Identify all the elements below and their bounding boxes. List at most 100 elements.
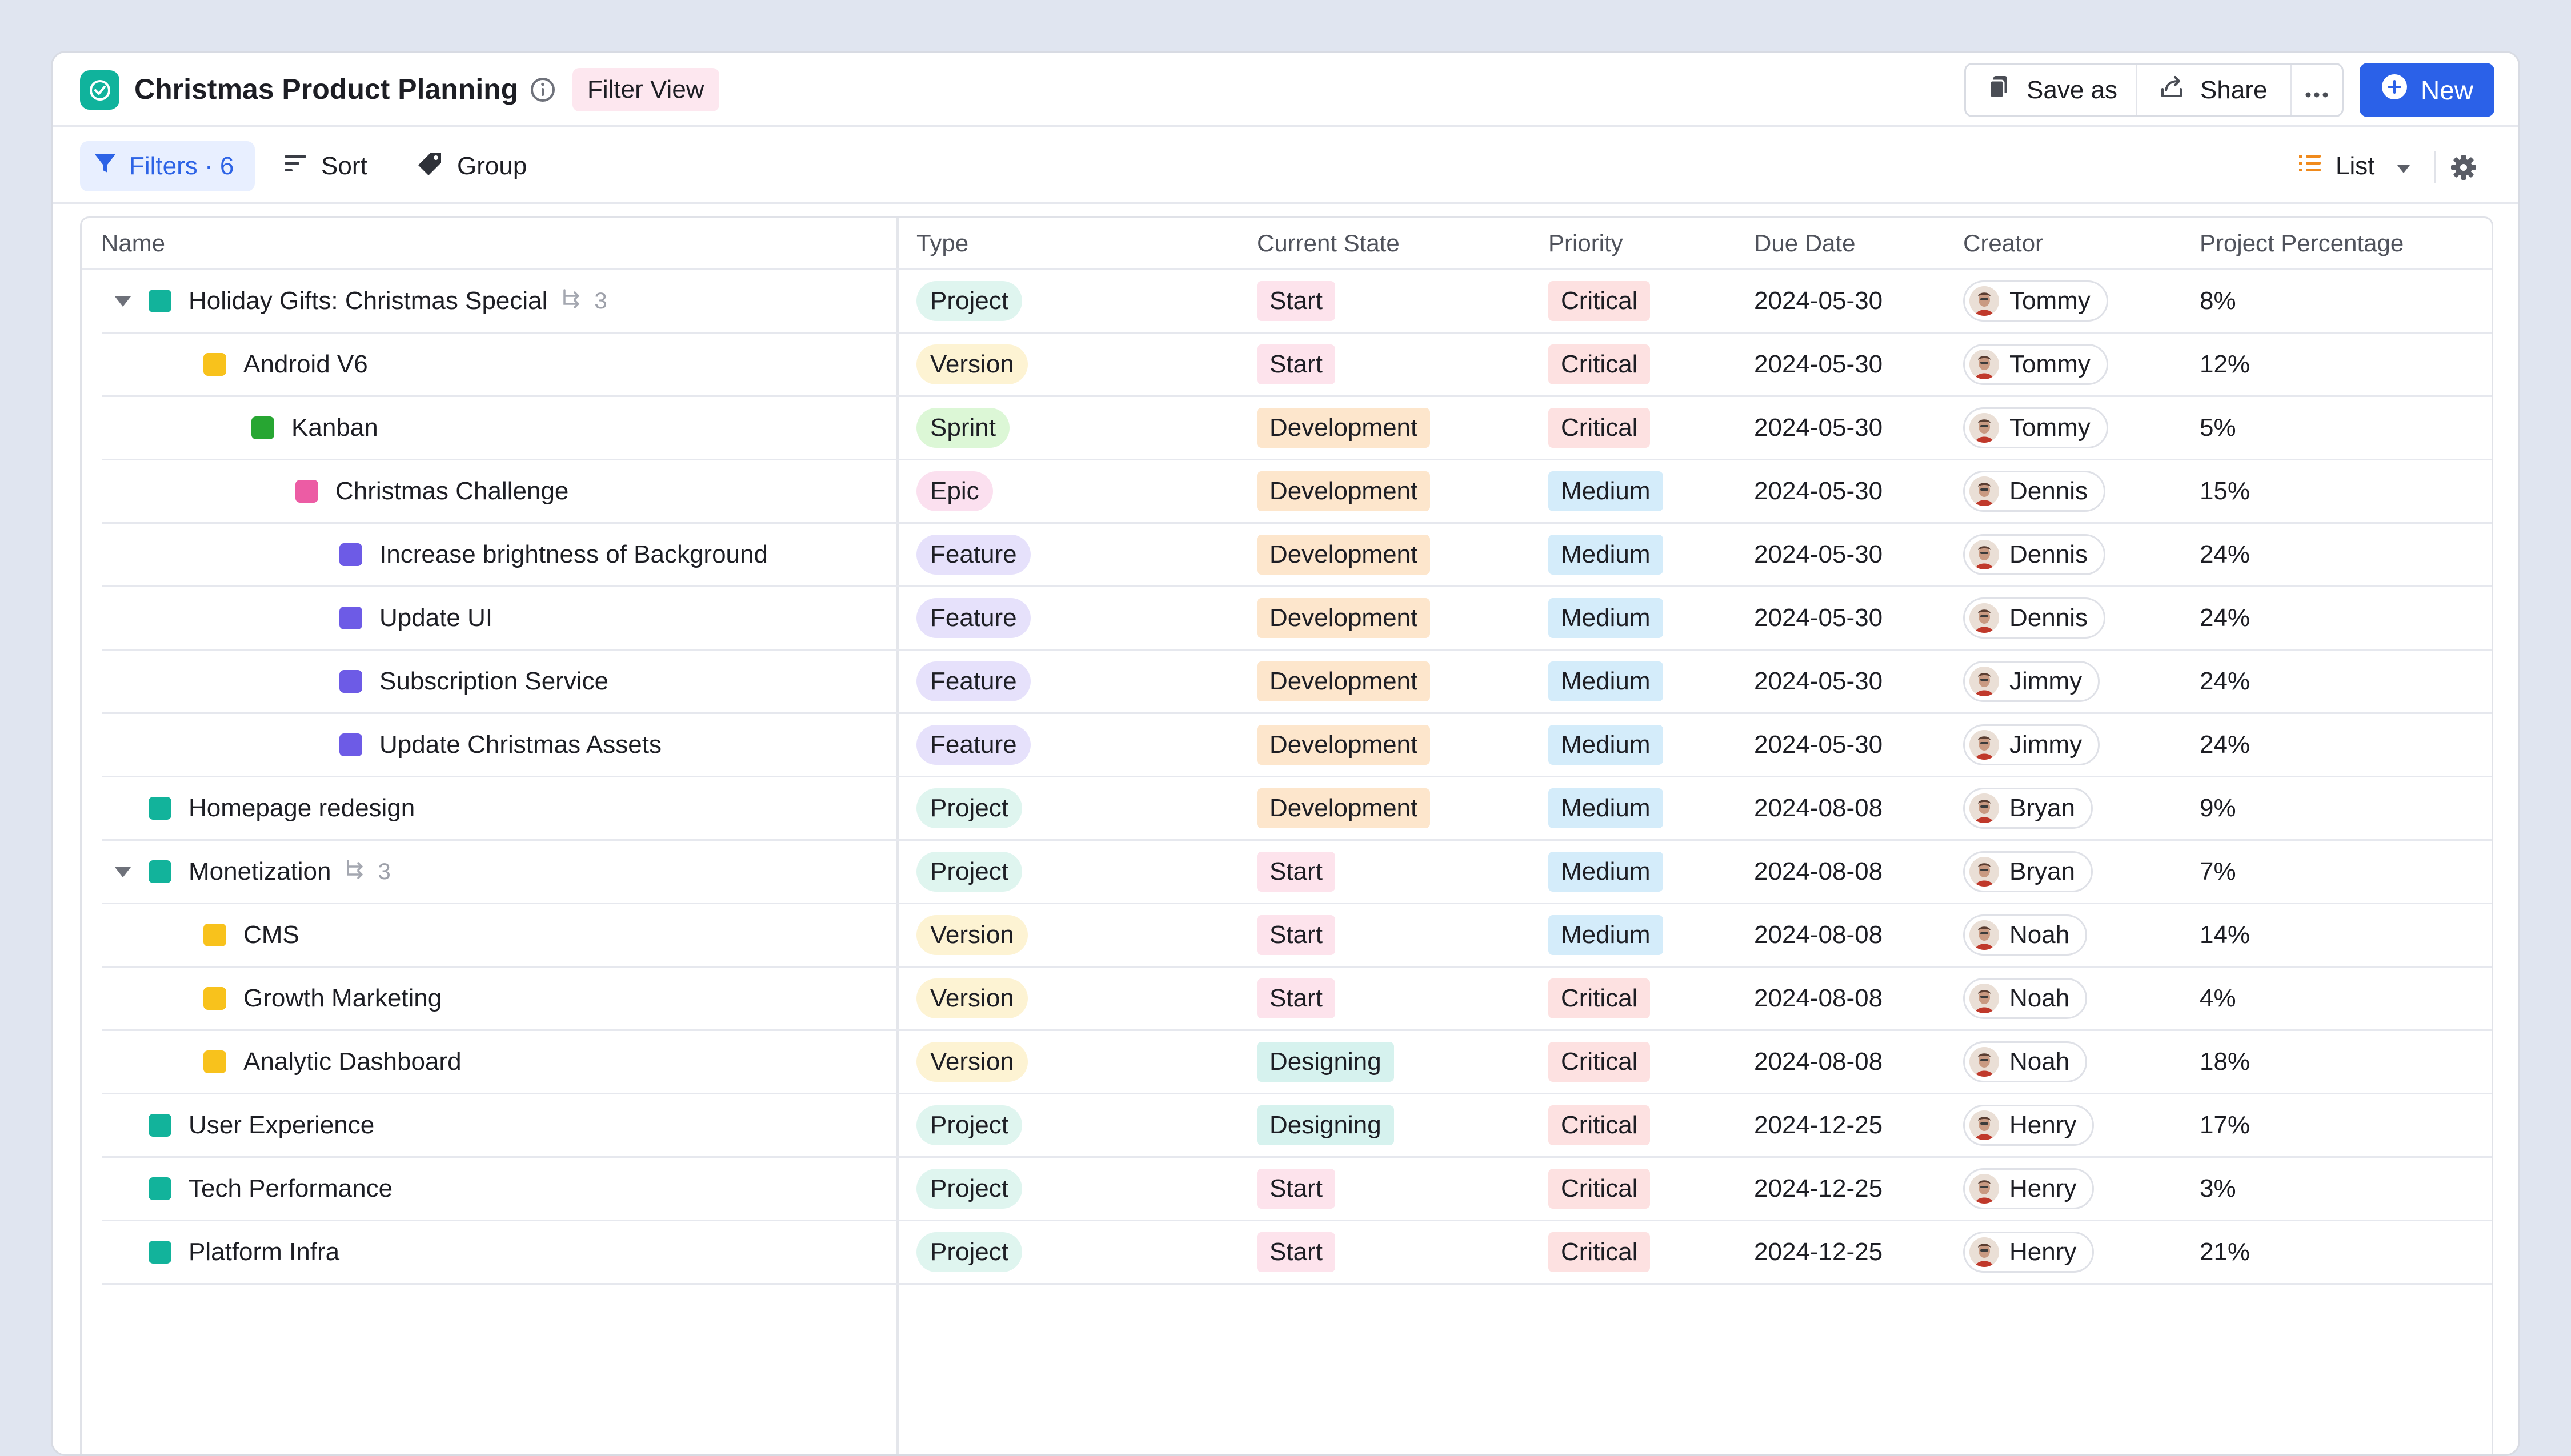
due-date-cell[interactable]: 2024-08-08 (1754, 904, 1883, 966)
type-cell[interactable]: Project (916, 1094, 1022, 1156)
item-name[interactable]: Monetization (189, 857, 331, 886)
priority-cell[interactable]: Medium (1548, 904, 1663, 966)
table-row[interactable]: Android V6 Version Start Critical 2024-05-30… (102, 334, 2492, 397)
due-date-cell[interactable]: 2024-05-30 (1754, 587, 1883, 649)
due-date-cell[interactable]: 2024-05-30 (1754, 397, 1883, 459)
priority-cell[interactable]: Medium (1548, 841, 1663, 903)
priority-cell[interactable]: Critical (1548, 968, 1651, 1029)
state-cell[interactable]: Development (1257, 651, 1431, 712)
item-name[interactable]: Android V6 (243, 350, 368, 379)
type-cell[interactable]: Feature (916, 651, 1031, 712)
percentage-cell[interactable]: 15% (2200, 460, 2250, 522)
priority-cell[interactable]: Critical (1548, 1221, 1651, 1283)
item-name[interactable]: Update Christmas Assets (379, 731, 662, 759)
due-date-cell[interactable]: 2024-05-30 (1754, 270, 1883, 332)
creator-cell[interactable]: Tommy (1963, 397, 2108, 459)
creator-cell[interactable]: Noah (1963, 1031, 2088, 1093)
item-name[interactable]: Platform Infra (189, 1238, 339, 1266)
priority-cell[interactable]: Critical (1548, 397, 1651, 459)
table-row[interactable]: User Experience Project Designing Critical 2… (102, 1094, 2492, 1158)
percentage-cell[interactable]: 24% (2200, 524, 2250, 585)
creator-cell[interactable]: Dennis (1963, 524, 2105, 585)
creator-cell[interactable]: Henry (1963, 1094, 2095, 1156)
column-header-due-date[interactable]: Due Date (1754, 218, 1855, 268)
table-row[interactable]: Analytic Dashboard Version Designing Critic… (102, 1031, 2492, 1094)
type-cell[interactable]: Feature (916, 587, 1031, 649)
creator-cell[interactable]: Bryan (1963, 777, 2093, 839)
percentage-cell[interactable]: 12% (2200, 334, 2250, 395)
table-row[interactable]: Subscription Service Feature Development Me… (102, 651, 2492, 714)
due-date-cell[interactable]: 2024-08-08 (1754, 777, 1883, 839)
column-header-creator[interactable]: Creator (1963, 218, 2043, 268)
table-row[interactable]: Update UI Feature Development Medium 2024-05… (102, 587, 2492, 651)
priority-cell[interactable]: Critical (1548, 1094, 1651, 1156)
state-cell[interactable]: Start (1257, 841, 1335, 903)
table-row[interactable]: Monetization 3 Project Start Medium 2024-08-0… (102, 841, 2492, 904)
state-cell[interactable]: Development (1257, 777, 1431, 839)
new-button[interactable]: New (2360, 63, 2494, 117)
creator-cell[interactable]: Jimmy (1963, 714, 2100, 776)
percentage-cell[interactable]: 4% (2200, 968, 2236, 1029)
due-date-cell[interactable]: 2024-12-25 (1754, 1158, 1883, 1220)
type-cell[interactable]: Project (916, 777, 1022, 839)
item-name[interactable]: User Experience (189, 1111, 374, 1140)
priority-cell[interactable]: Medium (1548, 524, 1663, 585)
type-cell[interactable]: Project (916, 270, 1022, 332)
creator-cell[interactable]: Bryan (1963, 841, 2093, 903)
percentage-cell[interactable]: 8% (2200, 270, 2236, 332)
percentage-cell[interactable]: 24% (2200, 651, 2250, 712)
due-date-cell[interactable]: 2024-08-08 (1754, 1031, 1883, 1093)
item-name[interactable]: Subscription Service (379, 667, 608, 696)
type-cell[interactable]: Feature (916, 714, 1031, 776)
state-cell[interactable]: Development (1257, 524, 1431, 585)
priority-cell[interactable]: Medium (1548, 777, 1663, 839)
percentage-cell[interactable]: 17% (2200, 1094, 2250, 1156)
creator-cell[interactable]: Tommy (1963, 334, 2108, 395)
column-header-name[interactable]: Name (101, 218, 165, 268)
table-row[interactable]: Update Christmas Assets Feature Developmen… (102, 714, 2492, 777)
item-name[interactable]: Increase brightness of Background (379, 540, 768, 569)
state-cell[interactable]: Development (1257, 397, 1431, 459)
priority-cell[interactable]: Medium (1548, 587, 1663, 649)
creator-cell[interactable]: Dennis (1963, 460, 2105, 522)
table-row[interactable]: Homepage redesign Project Development Mediu… (102, 777, 2492, 841)
type-cell[interactable]: Version (916, 904, 1028, 966)
due-date-cell[interactable]: 2024-05-30 (1754, 460, 1883, 522)
due-date-cell[interactable]: 2024-08-08 (1754, 968, 1883, 1029)
item-name[interactable]: Christmas Challenge (335, 477, 568, 506)
state-cell[interactable]: Start (1257, 270, 1335, 332)
percentage-cell[interactable]: 7% (2200, 841, 2236, 903)
type-cell[interactable]: Version (916, 334, 1028, 395)
percentage-cell[interactable]: 24% (2200, 587, 2250, 649)
column-header-state[interactable]: Current State (1257, 218, 1400, 268)
state-cell[interactable]: Development (1257, 714, 1431, 776)
due-date-cell[interactable]: 2024-05-30 (1754, 651, 1883, 712)
percentage-cell[interactable]: 18% (2200, 1031, 2250, 1093)
settings-gear-icon[interactable] (2450, 154, 2477, 181)
table-row[interactable]: Kanban Sprint Development Critical 2024-05-3… (102, 397, 2492, 460)
table-row[interactable]: Christmas Challenge Epic Development Medium… (102, 460, 2492, 524)
column-header-percentage[interactable]: Project Percentage (2200, 218, 2404, 268)
save-as-button[interactable]: Save as (1966, 65, 2137, 115)
percentage-cell[interactable]: 3% (2200, 1158, 2236, 1220)
expand-toggle-icon[interactable] (115, 296, 131, 307)
table-row[interactable]: Tech Performance Project Start Critical 2024… (102, 1158, 2492, 1221)
percentage-cell[interactable]: 9% (2200, 777, 2236, 839)
column-header-type[interactable]: Type (916, 218, 968, 268)
priority-cell[interactable]: Critical (1548, 334, 1651, 395)
creator-cell[interactable]: Henry (1963, 1158, 2095, 1220)
table-row[interactable]: Increase brightness of Background Feature… (102, 524, 2492, 587)
type-cell[interactable]: Project (916, 1221, 1022, 1283)
item-name[interactable]: Homepage redesign (189, 794, 415, 823)
state-cell[interactable]: Development (1257, 460, 1431, 522)
percentage-cell[interactable]: 24% (2200, 714, 2250, 776)
type-cell[interactable]: Version (916, 1031, 1028, 1093)
item-name[interactable]: Growth Marketing (243, 984, 442, 1013)
item-name[interactable]: Holiday Gifts: Christmas Special (189, 287, 547, 315)
view-type-badge[interactable]: Filter View (572, 68, 719, 111)
due-date-cell[interactable]: 2024-05-30 (1754, 524, 1883, 585)
table-row[interactable]: Growth Marketing Version Start Critical 2024… (102, 968, 2492, 1031)
item-name[interactable]: Analytic Dashboard (243, 1048, 462, 1076)
type-cell[interactable]: Version (916, 968, 1028, 1029)
state-cell[interactable]: Start (1257, 904, 1335, 966)
